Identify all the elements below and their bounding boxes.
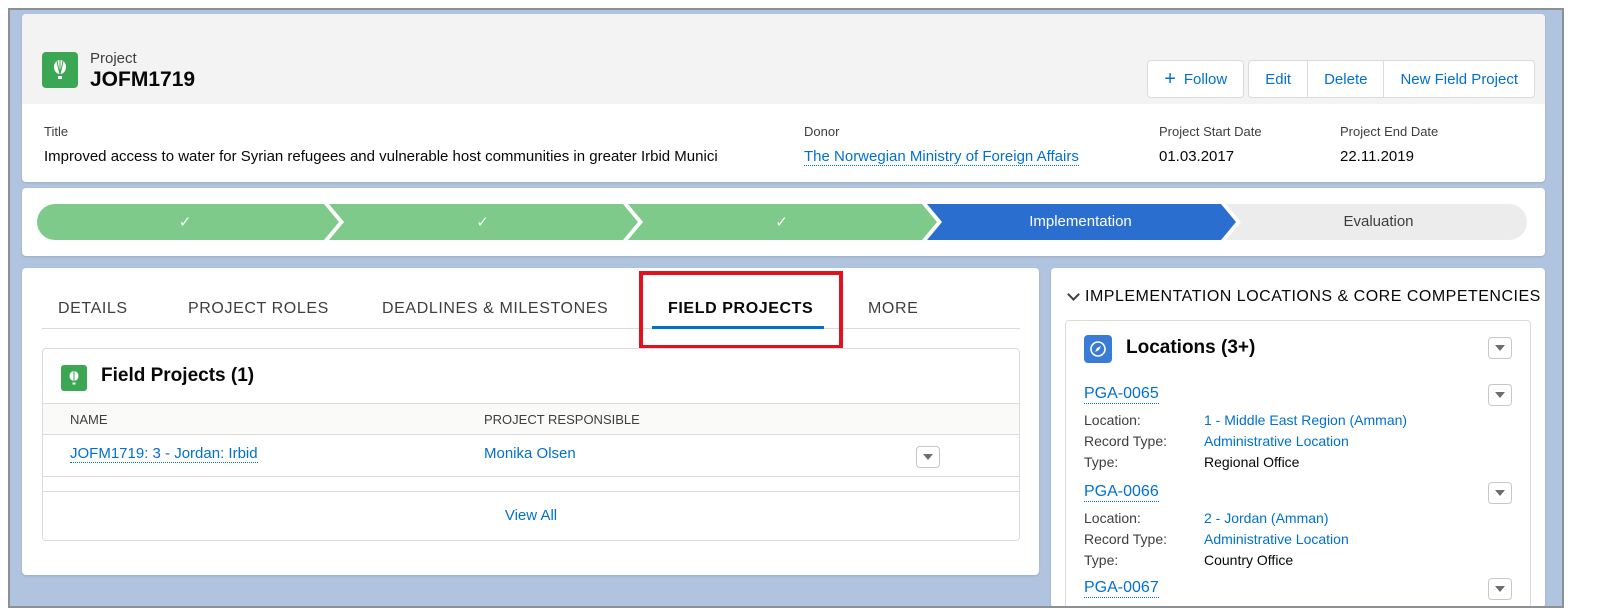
section-toggle[interactable]: IMPLEMENTATION LOCATIONS & CORE COMPETEN…: [1065, 287, 1541, 306]
compass-icon: [1084, 335, 1112, 363]
location-record-link[interactable]: PGA-0065: [1084, 385, 1159, 404]
tab-bar-divider: [42, 328, 1020, 329]
location-value-link[interactable]: 1 - Middle East Region (Amman): [1204, 412, 1407, 428]
record-header: Project JOFM1719 + Follow Edit Delete Ne…: [22, 14, 1545, 182]
edit-button[interactable]: Edit: [1248, 60, 1309, 98]
chevron-down-icon: [1495, 392, 1505, 398]
stage-implementation[interactable]: Implementation: [931, 213, 1230, 230]
stage-evaluation[interactable]: Evaluation: [1230, 213, 1527, 230]
column-header-responsible[interactable]: PROJECT RESPONSIBLE: [484, 412, 640, 427]
app-frame: Project JOFM1719 + Follow Edit Delete Ne…: [8, 8, 1564, 608]
tab-project-roles[interactable]: PROJECT ROLES: [188, 300, 329, 318]
tab-more[interactable]: MORE: [868, 300, 918, 318]
stage-path: ✓ ✓ ✓ Implementation Evaluation: [37, 204, 1527, 240]
start-date-label: Project Start Date: [1159, 124, 1262, 139]
follow-button[interactable]: + Follow: [1147, 60, 1245, 98]
record-actions-dropdown[interactable]: [1488, 482, 1512, 504]
column-header-name[interactable]: NAME: [70, 412, 108, 427]
location-label: Location:: [1084, 412, 1141, 428]
tab-deadlines-milestones[interactable]: DEADLINES & MILESTONES: [382, 300, 608, 318]
type-value: Regional Office: [1204, 454, 1300, 470]
locations-title[interactable]: Locations (3+): [1126, 337, 1255, 359]
location-record-link[interactable]: PGA-0067: [1084, 579, 1159, 598]
title-field-value: Improved access to water for Syrian refu…: [44, 148, 718, 165]
row-actions-dropdown[interactable]: [916, 446, 940, 468]
donor-field-label: Donor: [804, 124, 840, 139]
row-divider: [43, 476, 1019, 477]
list-actions-dropdown[interactable]: [1488, 337, 1512, 359]
start-date-value: 01.03.2017: [1159, 148, 1235, 165]
end-date-label: Project End Date: [1340, 124, 1439, 139]
related-list-title[interactable]: Field Projects (1): [101, 365, 254, 387]
header-actions: + Follow Edit Delete New Field Project: [1147, 60, 1535, 98]
locations-panel: IMPLEMENTATION LOCATIONS & CORE COMPETEN…: [1051, 268, 1545, 606]
record-name: JOFM1719: [90, 68, 196, 91]
type-label: Type:: [1084, 552, 1119, 568]
new-field-project-button[interactable]: New Field Project: [1384, 60, 1535, 98]
footer-divider: [43, 491, 1019, 492]
view-all-link[interactable]: View All: [43, 507, 1019, 524]
donor-link[interactable]: The Norwegian Ministry of Foreign Affair…: [804, 148, 1079, 166]
chevron-down-icon: [1495, 345, 1505, 351]
record-actions-dropdown[interactable]: [1488, 578, 1512, 600]
project-responsible-link[interactable]: Monika Olsen: [484, 445, 576, 462]
record-type-value[interactable]: Administrative Location: [1204, 531, 1349, 547]
tab-details[interactable]: DETAILS: [58, 300, 128, 318]
table-header: NAME PROJECT RESPONSIBLE: [43, 403, 1019, 435]
stage-2-check-icon[interactable]: ✓: [333, 213, 632, 231]
chevron-down-icon: [1495, 586, 1505, 592]
title-field-label: Title: [44, 124, 69, 139]
follow-label: Follow: [1183, 70, 1228, 88]
tabs-card: DETAILS PROJECT ROLES DEADLINES & MILEST…: [22, 268, 1039, 575]
stage-1-check-icon[interactable]: ✓: [37, 213, 333, 231]
type-label: Type:: [1084, 454, 1119, 470]
field-projects-related-list: Field Projects (1) NAME PROJECT RESPONSI…: [42, 348, 1020, 541]
object-type-label: Project: [90, 50, 137, 67]
record-actions-dropdown[interactable]: [1488, 384, 1512, 406]
chevron-down-icon: [1495, 490, 1505, 496]
section-title: IMPLEMENTATION LOCATIONS & CORE COMPETEN…: [1085, 288, 1541, 305]
end-date-value: 22.11.2019: [1340, 148, 1414, 165]
chevron-down-icon: [923, 454, 933, 460]
type-value: Country Office: [1204, 552, 1294, 568]
locations-related-list: Locations (3+) PGA-0065 Location: 1 - Mi…: [1065, 320, 1531, 606]
plus-icon: +: [1164, 68, 1176, 90]
location-label: Location:: [1084, 510, 1141, 526]
location-record-link[interactable]: PGA-0066: [1084, 483, 1159, 502]
stage-3-check-icon[interactable]: ✓: [632, 213, 931, 231]
delete-button[interactable]: Delete: [1308, 60, 1385, 98]
record-type-label: Record Type:: [1084, 531, 1168, 547]
chevron-down-icon: [1067, 287, 1080, 301]
project-balloon-icon: [42, 52, 78, 88]
record-type-value[interactable]: Administrative Location: [1204, 433, 1349, 449]
record-type-label: Record Type:: [1084, 433, 1168, 449]
project-balloon-icon: [61, 365, 87, 391]
field-project-name-link[interactable]: JOFM1719: 3 - Jordan: Irbid: [70, 445, 258, 463]
path-card: ✓ ✓ ✓ Implementation Evaluation: [22, 188, 1545, 256]
location-value-link[interactable]: 2 - Jordan (Amman): [1204, 510, 1328, 526]
annotation-highlight-box: [639, 271, 843, 349]
